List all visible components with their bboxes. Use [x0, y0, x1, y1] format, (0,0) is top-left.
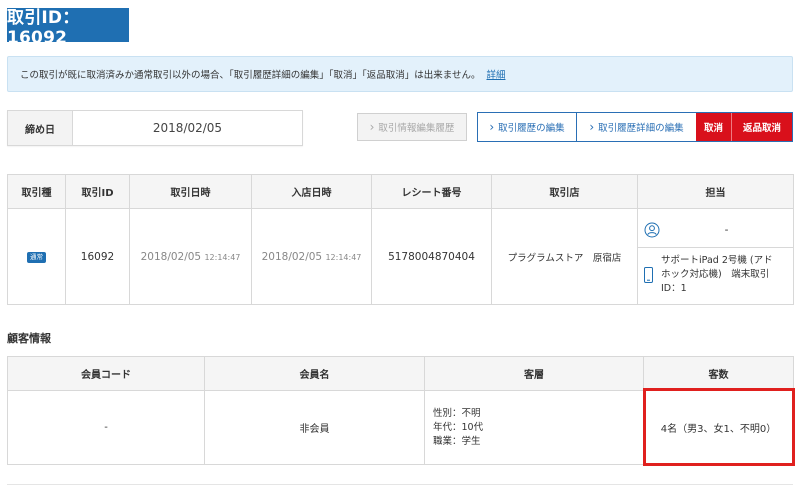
header-staff: 担当 [637, 174, 794, 209]
header-member-name: 会員名 [204, 356, 425, 391]
header-member-code: 会員コード [7, 356, 205, 391]
action-button-group: › 取引履歴の編集 › 取引履歴詳細の編集 取消 返品取消 [477, 112, 793, 142]
edit-transaction-detail-button[interactable]: › 取引履歴詳細の編集 [577, 113, 696, 141]
tablet-icon [644, 266, 653, 283]
cell-member-name: 非会員 [204, 390, 425, 465]
closing-date-value: 2018/02/05 [152, 121, 223, 135]
cell-member-code: - [7, 390, 205, 465]
table-row: - 非会員 性別：不明 年代：10代 職業：学生 4名（男3、女1、不明0） [7, 390, 794, 465]
edit-history-label: 取引情報編集履歴 [378, 123, 455, 134]
segment-age: 年代：10代 [433, 421, 484, 433]
return-cancel-button[interactable]: 返品取消 [732, 113, 792, 141]
header-customer-segment: 客層 [424, 356, 644, 391]
entry-date: 2018/02/05 [261, 250, 323, 263]
table-row: 通常 16092 2018/02/05 12:14:47 2018/02/05 … [7, 208, 794, 305]
chevron-right-icon: › [369, 120, 375, 134]
closing-date-label: 締め日 [8, 111, 73, 145]
cell-entry-datetime: 2018/02/05 12:14:47 [251, 208, 372, 305]
transaction-table: 取引種 取引ID 取引日時 入店日時 レシート番号 取引店 担当 通常 1609… [7, 174, 794, 305]
table-header-row: 取引種 取引ID 取引日時 入店日時 レシート番号 取引店 担当 [7, 174, 794, 209]
customer-section-heading: 顧客情報 [7, 332, 51, 345]
entry-time: 12:14:47 [325, 252, 362, 262]
header-tx-id: 取引ID [65, 174, 130, 209]
cell-tx-datetime: 2018/02/05 12:14:47 [129, 208, 252, 305]
notice-text: この取引が既に取消済みか通常取引以外の場合、「取引履歴詳細の編集」「取消」「返品… [20, 70, 481, 81]
table-header-row: 会員コード 会員名 客層 客数 [7, 356, 794, 391]
page-title: 取引ID：16092 [7, 8, 129, 48]
staff-name: - [724, 224, 729, 236]
edit-history-button[interactable]: › 取引情報編集履歴 [357, 113, 467, 141]
customer-table: 会員コード 会員名 客層 客数 - 非会員 性別：不明 年代：10代 職業：学生… [7, 356, 794, 465]
tx-date: 2018/02/05 [140, 250, 202, 263]
terminal-line-1: サポートiPad 2号機 (アド [661, 254, 773, 266]
chevron-right-icon: › [489, 120, 495, 134]
segment-occupation: 職業：学生 [433, 435, 481, 447]
header-tx-datetime: 取引日時 [129, 174, 252, 209]
notice-detail-link[interactable]: 詳細 [486, 67, 505, 81]
header-customer-count: 客数 [643, 356, 794, 391]
cell-customer-segment: 性別：不明 年代：10代 職業：学生 [424, 390, 644, 465]
cancel-button[interactable]: 取消 [696, 113, 732, 141]
header-tx-type: 取引種 [7, 174, 66, 209]
tx-type-badge: 通常 [27, 252, 46, 263]
terminal-info: サポートiPad 2号機 (アド ホック対応機) 端末取引 ID：1 [661, 254, 773, 296]
terminal-line-2: ホック対応機) 端末取引 [661, 268, 770, 280]
cell-staff: - サポートiPad 2号機 (アド ホック対応機) 端末取引 ID：1 [637, 208, 794, 305]
cell-tx-type: 通常 [7, 208, 66, 305]
header-store: 取引店 [491, 174, 638, 209]
divider [7, 484, 793, 485]
closing-date-box: 締め日 2018/02/05 [7, 110, 303, 146]
tx-time: 12:14:47 [204, 252, 241, 262]
notice-banner: この取引が既に取消済みか通常取引以外の場合、「取引履歴詳細の編集」「取消」「返品… [7, 56, 793, 92]
cell-tx-id: 16092 [65, 208, 130, 305]
cell-customer-count: 4名（男3、女1、不明0） [643, 390, 794, 465]
terminal-line-3: ID：1 [661, 282, 687, 294]
cell-receipt-no: 5178004870404 [371, 208, 492, 305]
edit-transaction-label: 取引履歴の編集 [498, 123, 565, 134]
cell-store: プラグラムストア 原宿店 [491, 208, 638, 305]
chevron-right-icon: › [589, 120, 595, 134]
terminal-row: サポートiPad 2号機 (アド ホック対応機) 端末取引 ID：1 [638, 248, 793, 300]
edit-transaction-detail-label: 取引履歴詳細の編集 [598, 123, 684, 134]
staff-row: - [638, 214, 793, 248]
user-icon [644, 222, 660, 238]
header-receipt-no: レシート番号 [371, 174, 492, 209]
edit-transaction-button[interactable]: › 取引履歴の編集 [478, 113, 577, 141]
header-entry-datetime: 入店日時 [251, 174, 372, 209]
segment-gender: 性別：不明 [433, 407, 481, 419]
